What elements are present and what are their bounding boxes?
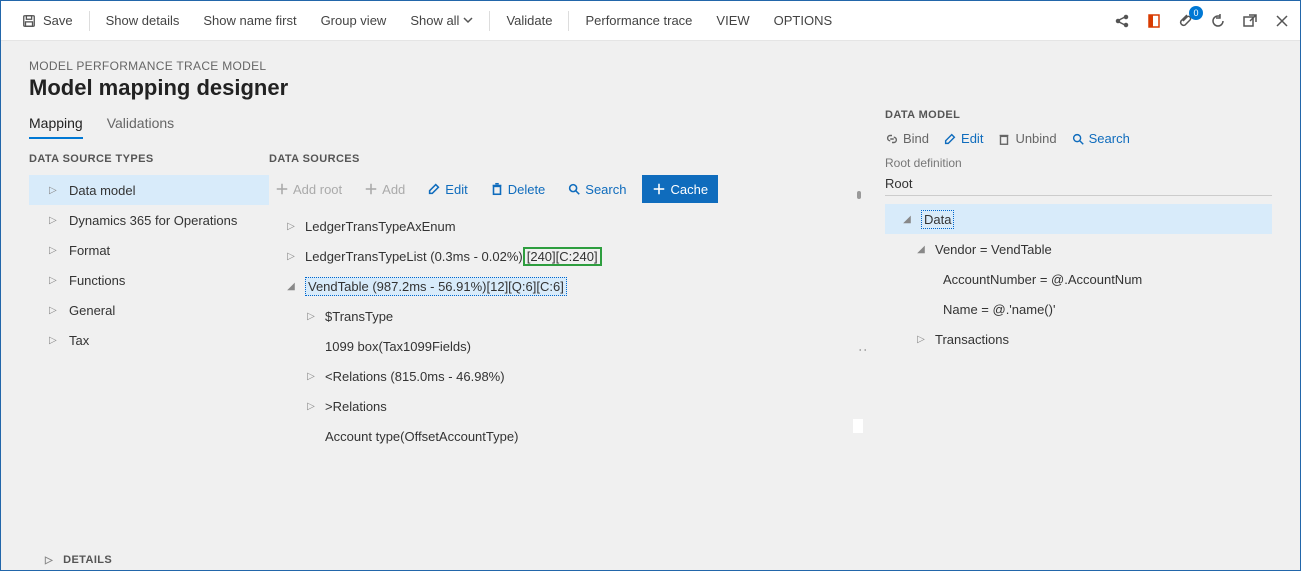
rootdef-value[interactable]: Root [885,172,1272,196]
office-icon[interactable] [1144,11,1164,31]
chevron-right-icon: ▷ [305,371,317,382]
type-general[interactable]: ▷General [29,295,269,325]
types-header: DATA SOURCE TYPES [29,153,269,165]
validate-button[interactable]: Validate [494,1,564,41]
tree-row[interactable]: ▷LedgerTransTypeList (0.3ms - 0.02%)[240… [269,241,867,271]
save-icon [21,13,37,29]
top-toolbar: Save Show details Show name first Group … [1,1,1300,41]
sources-search-button[interactable]: Search [561,175,632,203]
dm-row-data[interactable]: ◢Data [885,204,1272,234]
tree-row[interactable]: ▷LedgerTransTypeAxEnum [269,211,867,241]
chevron-right-icon: ▷ [285,221,297,232]
type-functions[interactable]: ▷Functions [29,265,269,295]
performance-trace-button[interactable]: Performance trace [573,1,704,41]
page-title: Model mapping designer [29,75,1276,101]
sources-tree: ▷LedgerTransTypeAxEnum ▷LedgerTransTypeL… [269,211,867,451]
bind-button[interactable]: Bind [885,131,929,146]
chevron-right-icon: ▷ [915,334,927,345]
chevron-right-icon: ▷ [49,335,59,346]
refresh-icon[interactable] [1208,11,1228,31]
type-dynamics365[interactable]: ▷Dynamics 365 for Operations [29,205,269,235]
show-name-first-button[interactable]: Show name first [191,1,308,41]
splitter-handle[interactable]: ⋮ [864,343,867,357]
show-details-button[interactable]: Show details [94,1,192,41]
group-view-button[interactable]: Group view [309,1,399,41]
connector-icon[interactable] [1112,11,1132,31]
unbind-button[interactable]: Unbind [997,131,1056,146]
sources-header: DATA SOURCES [269,153,867,165]
type-list: ▷Data model ▷Dynamics 365 for Operations… [29,175,269,355]
add-root-button[interactable]: Add root [269,175,348,203]
chevron-right-icon: ▷ [49,245,59,256]
save-label: Save [43,13,73,28]
close-icon[interactable] [1272,11,1292,31]
tree-row-selected[interactable]: ◢VendTable (987.2ms - 56.91%)[12][Q:6][C… [269,271,867,301]
type-tax[interactable]: ▷Tax [29,325,269,355]
chevron-right-icon: ▷ [45,555,53,566]
chevron-down-icon: ◢ [285,281,297,292]
chevron-down-icon: ◢ [915,244,927,255]
tabs: Mapping Validations [29,109,867,139]
badge-count: 0 [1189,6,1203,20]
scrollbar-placeholder [853,419,863,433]
dm-edit-button[interactable]: Edit [943,131,983,146]
breadcrumb: MODEL PERFORMANCE TRACE MODEL [29,59,1276,73]
dm-row[interactable]: AccountNumber = @.AccountNum [885,264,1272,294]
dm-row[interactable]: ◢Vendor = VendTable [885,234,1272,264]
show-all-button[interactable]: Show all [398,1,485,41]
chevron-right-icon: ▷ [285,251,297,262]
chevron-down-icon [463,13,473,28]
tree-row[interactable]: ▷$TransType [269,301,867,331]
cache-button[interactable]: Cache [642,175,718,203]
delete-button[interactable]: Delete [484,175,552,203]
tree-row[interactable]: 1099 box(Tax1099Fields) [269,331,867,361]
datamodel-header: DATA MODEL [885,109,1272,121]
dm-row[interactable]: Name = @.'name()' [885,294,1272,324]
chevron-right-icon: ▷ [49,215,59,226]
view-button[interactable]: VIEW [704,1,761,41]
edit-button[interactable]: Edit [421,175,473,203]
chevron-right-icon: ▷ [49,305,59,316]
dm-row[interactable]: ▷Transactions [885,324,1272,354]
add-button[interactable]: Add [358,175,411,203]
chevron-right-icon: ▷ [305,311,317,322]
chevron-right-icon: ▷ [49,185,59,196]
tree-row[interactable]: Account type(OffsetAccountType) [269,421,867,451]
rootdef-label: Root definition [885,156,1272,170]
tab-mapping[interactable]: Mapping [29,109,83,139]
tree-row[interactable]: ▷<Relations (815.0ms - 46.98%) [269,361,867,391]
attachments-icon[interactable]: 0 [1176,11,1196,31]
popout-icon[interactable] [1240,11,1260,31]
type-format[interactable]: ▷Format [29,235,269,265]
search-button[interactable] [844,1,868,41]
datamodel-tree: ◢Data ◢Vendor = VendTable AccountNumber … [885,204,1272,354]
chevron-right-icon: ▷ [49,275,59,286]
tree-row[interactable]: ▷>Relations [269,391,867,421]
chevron-right-icon: ▷ [305,401,317,412]
details-toggle[interactable]: ▷DETAILS [29,548,867,570]
options-button[interactable]: OPTIONS [762,1,845,41]
chevron-down-icon: ◢ [901,214,913,225]
trace-highlight: [240][C:240] [523,247,602,266]
dm-search-button[interactable]: Search [1071,131,1130,146]
save-button[interactable]: Save [9,1,85,41]
scrollbar-thumb[interactable] [857,191,861,199]
tab-validations[interactable]: Validations [107,109,174,139]
type-data-model[interactable]: ▷Data model [29,175,269,205]
